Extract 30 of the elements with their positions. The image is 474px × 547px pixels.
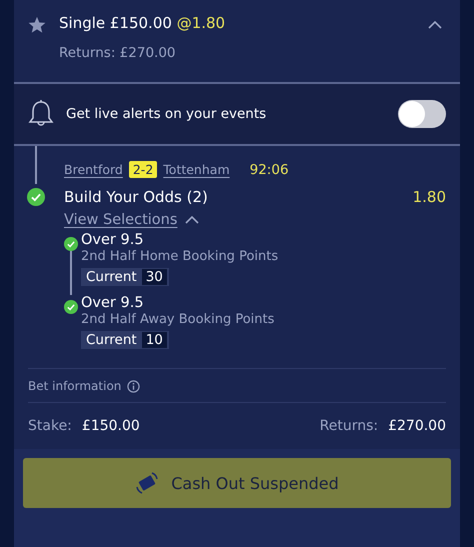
leg-market: 2nd Half Away Booking Points [81,312,276,327]
current-label: Current [86,332,137,348]
leg-title: Over 9.5 [81,232,145,248]
bet-info-label: Bet information [28,379,122,393]
alerts-toggle[interactable] [398,100,446,128]
leg-title: Over 9.5 [81,295,145,311]
stake-value: £150.00 [82,418,140,434]
current-value: 30 [142,269,167,285]
current-label: Current [86,269,137,285]
chevron-icon[interactable] [428,21,442,29]
bell-icon [28,100,54,128]
current-value: 10 [142,332,167,348]
stake-label: Stake: [28,418,72,434]
score-badge: 2-2 [128,161,158,178]
chevron-icon[interactable] [185,216,200,224]
selection-name: Build Your Odds (2) [64,188,208,206]
view-selections-link[interactable]: View Selections [64,212,178,228]
returns-value: £270.00 [388,418,446,434]
alerts-label: Get live alerts on your events [66,106,268,122]
returns-label: Returns: [320,418,378,434]
bet-title: Single £150.00 @1.80 [59,13,226,33]
match-clock: 92:06 [250,162,289,178]
info-icon[interactable] [127,380,140,392]
leg-market: 2nd Half Home Booking Points [81,249,280,264]
returns-text: Returns: £270.00 [59,45,176,61]
star-icon[interactable] [28,16,46,34]
away-team-link[interactable]: Tottenham [163,162,230,177]
home-team-link[interactable]: Brentford [64,162,123,177]
banknote-icon [135,471,160,495]
selection-odds: 1.80 [412,188,446,206]
